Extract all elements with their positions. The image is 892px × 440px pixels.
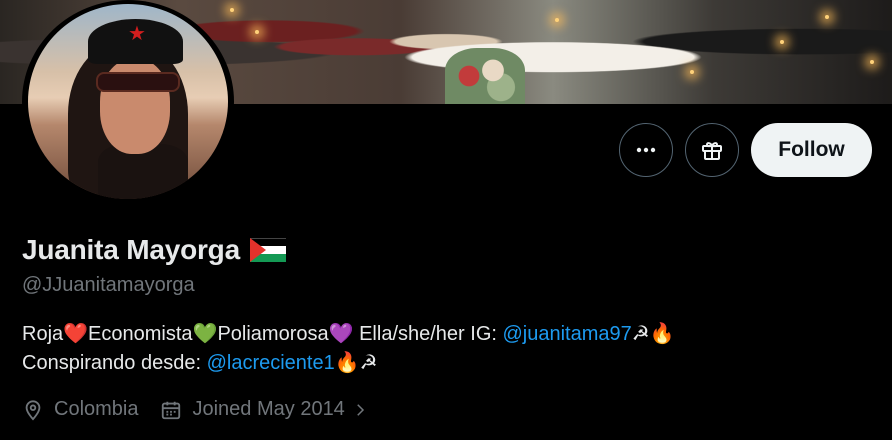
purple-heart-icon: 💜 bbox=[328, 323, 354, 345]
joined-item[interactable]: Joined May 2014 bbox=[160, 398, 368, 421]
hammer-sickle-icon: ☭ bbox=[359, 352, 378, 374]
gift-button[interactable] bbox=[685, 123, 739, 177]
gift-icon bbox=[702, 142, 722, 160]
sparkler bbox=[690, 70, 694, 74]
profile-meta: Colombia Joined May 2014 bbox=[22, 398, 391, 421]
banner-flowers bbox=[445, 48, 525, 104]
bio: Roja❤️Economista💚Poliamorosa💜 Ella/she/h… bbox=[22, 320, 882, 378]
location-text: Colombia bbox=[54, 398, 139, 420]
bio-text: Ella/she/her IG: bbox=[353, 323, 503, 345]
name-row: Juanita Mayorga bbox=[22, 234, 286, 266]
instagram-mention-link[interactable]: @juanitama97 bbox=[503, 323, 632, 345]
display-name: Juanita Mayorga bbox=[22, 234, 240, 265]
bio-text: Economista bbox=[88, 323, 193, 345]
cap-star-icon: ★ bbox=[128, 23, 146, 45]
more-icon bbox=[636, 147, 656, 153]
green-heart-icon: 💚 bbox=[192, 323, 218, 345]
bio-text: Conspirando desde: bbox=[22, 352, 207, 374]
joined-text: Joined May 2014 bbox=[192, 398, 345, 420]
sparkler bbox=[555, 18, 559, 22]
follow-button[interactable]: Follow bbox=[751, 123, 872, 177]
avatar[interactable]: ★ bbox=[22, 0, 234, 203]
location-icon bbox=[25, 399, 41, 421]
sparkler bbox=[780, 40, 784, 44]
sparkler bbox=[870, 60, 874, 64]
sparkler bbox=[230, 8, 234, 12]
bio-text: Poliamorosa bbox=[217, 323, 329, 345]
avatar-photo: ★ bbox=[28, 4, 228, 199]
fire-icon: 🔥 bbox=[334, 352, 360, 374]
red-heart-icon: ❤️ bbox=[63, 323, 89, 345]
calendar-icon bbox=[162, 401, 181, 419]
bio-line-2: Conspirando desde: @lacreciente1🔥☭ bbox=[22, 349, 882, 378]
fire-icon: 🔥 bbox=[649, 323, 675, 345]
mention-link[interactable]: @lacreciente1 bbox=[207, 352, 335, 374]
bio-line-1: Roja❤️Economista💚Poliamorosa💜 Ella/she/h… bbox=[22, 320, 882, 349]
bio-text: Roja bbox=[22, 323, 64, 345]
chevron-right-icon bbox=[357, 403, 364, 416]
avatar-glasses bbox=[96, 72, 180, 92]
username-handle: @JJuanitamayorga bbox=[22, 274, 195, 296]
more-button[interactable] bbox=[619, 123, 673, 177]
sparkler bbox=[825, 15, 829, 19]
sparkler bbox=[255, 30, 259, 34]
palestine-flag-icon bbox=[249, 238, 286, 262]
hammer-sickle-icon: ☭ bbox=[631, 323, 650, 345]
location-item: Colombia bbox=[22, 398, 138, 421]
